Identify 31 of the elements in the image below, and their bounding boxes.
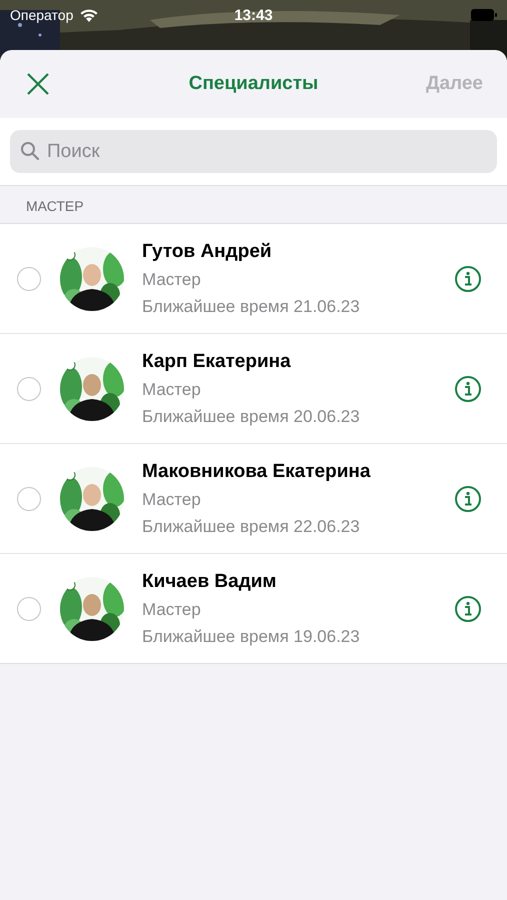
specialist-row[interactable]: Гутов Андрей Мастер Ближайшее время 21.06.23 [0,223,507,333]
nearest-time: Ближайшее время 21.06.23 [142,296,361,316]
specialist-name: Гутов Андрей [142,240,273,262]
radio-button[interactable] [17,266,41,290]
specialist-row[interactable]: Маковникова Екатерина Мастер Ближайшее время 22.06.23 [0,443,507,553]
nearest-time: Ближайшее время 22.06.23 [142,516,361,536]
nearest-time: Ближайшее время 19.06.23 [142,626,361,646]
specialist-row[interactable]: Кичаев Вадим Мастер Ближайшее время 19.06.23 [0,553,507,663]
specialist-role: Мастер [142,270,202,290]
info-icon[interactable] [454,374,482,402]
info-icon[interactable] [454,484,482,512]
specialist-role: Мастер [142,490,202,510]
radio-button[interactable] [17,596,41,620]
specialist-name: Кичаев Вадим [142,570,278,592]
info-icon[interactable] [454,264,482,292]
specialist-name: Маковникова Екатерина [142,460,372,482]
section-header: МАСТЕР [0,185,507,223]
sheet-title: Специалисты [188,73,318,95]
search-field[interactable]: Поиск [10,130,497,173]
wifi-icon [79,8,100,22]
specialist-role: Мастер [142,600,202,620]
nearest-time: Ближайшее время 20.06.23 [142,406,361,426]
info-icon[interactable] [454,594,482,622]
radio-button[interactable] [17,486,41,510]
radio-button[interactable] [17,376,41,400]
battery-icon [471,9,497,21]
status-time: 13:43 [234,6,273,24]
carrier-name: Оператор [10,7,74,23]
specialist-role: Мастер [142,380,202,400]
specialist-name: Карп Екатерина [142,350,292,372]
specialist-row[interactable]: Карп Екатерина Мастер Ближайшее время 20.06.23 [0,333,507,443]
